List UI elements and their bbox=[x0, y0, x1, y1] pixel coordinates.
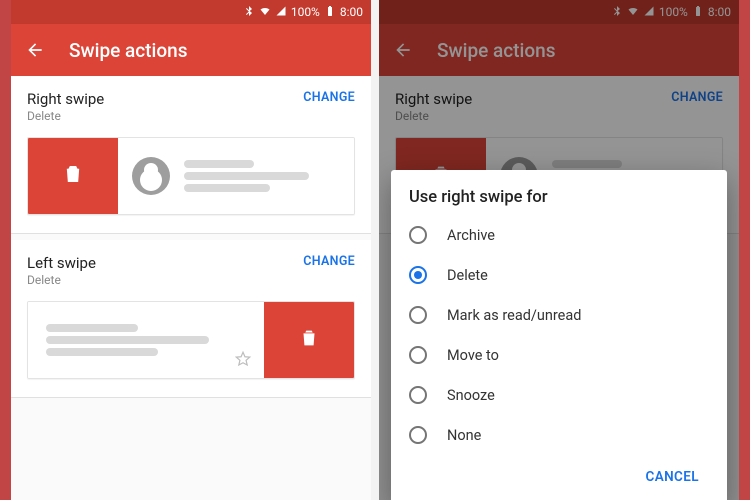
placeholder-line bbox=[46, 324, 138, 332]
swipe-option[interactable]: Mark as read/unread bbox=[409, 295, 719, 335]
placeholder-line bbox=[46, 348, 158, 356]
avatar-icon bbox=[132, 157, 170, 195]
bluetooth-icon bbox=[243, 5, 255, 20]
swipe-option[interactable]: Archive bbox=[409, 215, 719, 255]
radio-icon bbox=[409, 266, 427, 284]
swipe-option[interactable]: None bbox=[409, 415, 719, 455]
signal-icon bbox=[275, 5, 287, 20]
section-right-swipe: Right swipe Delete CHANGE bbox=[11, 76, 371, 234]
placeholder-line bbox=[46, 336, 209, 344]
status-bar: 100% 8:00 bbox=[11, 0, 371, 24]
placeholder-line bbox=[184, 160, 254, 168]
placeholder-line bbox=[184, 172, 309, 180]
right-swipe-change-button[interactable]: CHANGE bbox=[303, 90, 355, 105]
radio-icon bbox=[409, 226, 427, 244]
message-preview bbox=[118, 138, 354, 214]
trash-icon bbox=[298, 327, 320, 353]
phone-left: 100% 8:00 Swipe actions Right swipe Dele… bbox=[11, 0, 371, 500]
wifi-icon bbox=[259, 5, 271, 20]
back-icon[interactable] bbox=[25, 40, 45, 60]
screenshot-stage: 100% 8:00 Swipe actions Right swipe Dele… bbox=[0, 0, 750, 500]
swipe-option[interactable]: Snooze bbox=[409, 375, 719, 415]
dialog-title: Use right swipe for bbox=[409, 188, 719, 207]
option-label: Mark as read/unread bbox=[447, 307, 581, 324]
swipe-action-block bbox=[264, 302, 354, 378]
star-icon bbox=[234, 350, 252, 368]
left-swipe-title: Left swipe bbox=[27, 254, 303, 272]
battery-icon bbox=[324, 5, 336, 20]
left-swipe-value: Delete bbox=[27, 273, 303, 287]
battery-pct: 100% bbox=[291, 5, 320, 19]
swipe-action-block bbox=[28, 138, 118, 214]
option-label: Snooze bbox=[447, 387, 495, 404]
cancel-button[interactable]: CANCEL bbox=[635, 461, 709, 493]
section-left-swipe: Left swipe Delete CHANGE bbox=[11, 240, 371, 398]
radio-icon bbox=[409, 386, 427, 404]
right-swipe-title: Right swipe bbox=[27, 90, 303, 108]
placeholder-line bbox=[184, 184, 270, 192]
radio-icon bbox=[409, 426, 427, 444]
option-label: None bbox=[447, 427, 481, 444]
trash-icon bbox=[62, 163, 84, 189]
phone-right: 100% 8:00 Swipe actions Right swipe Dele… bbox=[379, 0, 739, 500]
radio-icon bbox=[409, 346, 427, 364]
app-bar: Swipe actions bbox=[11, 24, 371, 76]
radio-icon bbox=[409, 306, 427, 324]
clock: 8:00 bbox=[340, 5, 363, 19]
left-swipe-preview bbox=[27, 301, 355, 379]
right-swipe-value: Delete bbox=[27, 109, 303, 123]
swipe-options-dialog: Use right swipe for Archive Delete Mark as… bbox=[391, 170, 727, 500]
page-title: Swipe actions bbox=[69, 39, 188, 62]
swipe-option[interactable]: Delete bbox=[409, 255, 719, 295]
option-label: Delete bbox=[447, 267, 488, 284]
right-swipe-preview bbox=[27, 137, 355, 215]
option-label: Archive bbox=[447, 227, 495, 244]
option-label: Move to bbox=[447, 347, 499, 364]
message-preview bbox=[28, 302, 264, 378]
swipe-option[interactable]: Move to bbox=[409, 335, 719, 375]
left-swipe-change-button[interactable]: CHANGE bbox=[303, 254, 355, 269]
